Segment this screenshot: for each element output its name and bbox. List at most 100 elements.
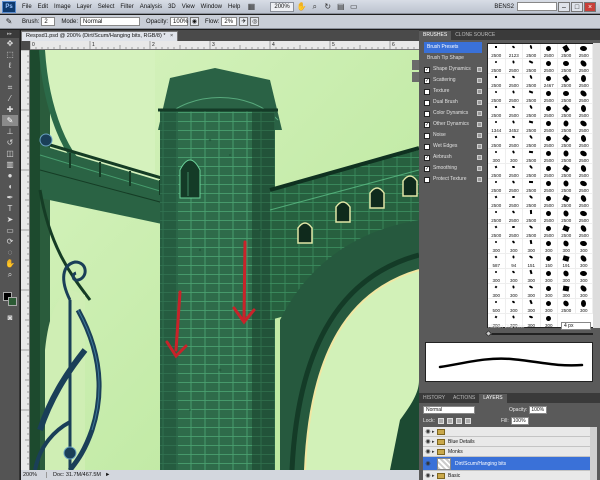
tab-brushes[interactable]: BRUSHES: [419, 31, 452, 40]
tab-layers[interactable]: LAYERS: [479, 394, 507, 403]
visibility-eye-icon[interactable]: ◉: [424, 460, 432, 468]
brush-preset[interactable]: 1344: [488, 119, 506, 134]
path-select-tool-icon[interactable]: ➤: [2, 214, 18, 225]
brush-preset[interactable]: 2500: [575, 164, 593, 179]
menu-select[interactable]: Select: [95, 4, 118, 10]
brush-preset[interactable]: 2500: [540, 104, 558, 119]
brush-preset[interactable]: 2500: [558, 89, 576, 104]
lock-icon[interactable]: [477, 100, 482, 105]
brush-preset[interactable]: 2500: [488, 44, 506, 59]
maximize-button[interactable]: □: [571, 1, 583, 12]
menu-file[interactable]: File: [19, 4, 35, 10]
screen-mode-icon[interactable]: ▭: [349, 2, 359, 12]
visibility-eye-icon[interactable]: ◉: [424, 472, 432, 480]
menu-image[interactable]: Image: [51, 4, 74, 10]
background-color-swatch[interactable]: [8, 297, 17, 306]
brush-preset[interactable]: 2500: [575, 104, 593, 119]
brush-preset[interactable]: 2123: [505, 44, 523, 59]
brush-preset[interactable]: 2500: [558, 224, 576, 239]
brush-preset[interactable]: 191: [558, 254, 576, 269]
type-tool-icon[interactable]: T: [2, 203, 18, 214]
3d-rotate-tool-icon[interactable]: ⟳: [2, 236, 18, 247]
brush-option-checkbox[interactable]: ✓: [424, 154, 430, 161]
horizontal-ruler[interactable]: 0 1 2 3 4 5 6: [30, 41, 419, 50]
menu-analysis[interactable]: Analysis: [137, 4, 165, 10]
tab-history[interactable]: HISTORY: [419, 394, 449, 403]
dodge-tool-icon[interactable]: ◖: [2, 181, 18, 192]
brush-preset[interactable]: 2500: [558, 44, 576, 59]
zoom-icon[interactable]: ⌕: [310, 2, 320, 12]
brush-preset[interactable]: 2500: [523, 164, 541, 179]
brush-preset[interactable]: 2500: [523, 134, 541, 149]
photoshop-logo-icon[interactable]: Ps: [2, 0, 16, 13]
canvas[interactable]: [30, 50, 419, 470]
brush-preset[interactable]: 2500: [540, 224, 558, 239]
brush-preset[interactable]: 2500: [540, 209, 558, 224]
visibility-eye-icon[interactable]: ◉: [424, 438, 432, 446]
layer-row[interactable]: ◉ Dirt/Scum/Hanging bits: [423, 457, 590, 471]
brush-preset[interactable]: 300: [540, 284, 558, 299]
layer-row[interactable]: ◉ ▸: [423, 427, 590, 437]
hand-tool-icon[interactable]: ✋: [2, 258, 18, 269]
brush-preset[interactable]: 2500: [523, 59, 541, 74]
brush-option-checkbox[interactable]: ✓: [424, 66, 430, 73]
brush-option-shape-dynamics[interactable]: ✓ Shape Dynamics: [424, 64, 482, 75]
document-tab[interactable]: Respsd1.psd @ 200% (Dirt/Scum/Hanging bi…: [21, 31, 179, 41]
brush-preset[interactable]: 587: [488, 254, 506, 269]
brush-preset[interactable]: 2500: [505, 74, 523, 89]
brush-preset[interactable]: 2500: [575, 209, 593, 224]
menu-window[interactable]: Window: [198, 4, 225, 10]
blur-tool-icon[interactable]: ●: [2, 170, 18, 181]
visibility-eye-icon[interactable]: ◉: [424, 428, 432, 436]
opacity-field[interactable]: 100%: [170, 17, 188, 26]
brush-option-airbrush[interactable]: ✓ Airbrush: [424, 152, 482, 163]
lock-icon[interactable]: [477, 111, 482, 116]
brush-preset[interactable]: 2500: [505, 164, 523, 179]
brush-size-picker[interactable]: 2: [41, 17, 56, 26]
hand-icon[interactable]: ✋: [297, 2, 307, 12]
lasso-tool-icon[interactable]: ℓ: [2, 60, 18, 71]
healing-brush-tool-icon[interactable]: ✚: [2, 104, 18, 115]
brush-preset[interactable]: 300: [540, 299, 558, 314]
lock-icon[interactable]: [477, 166, 482, 171]
brush-preset[interactable]: 2500: [505, 89, 523, 104]
panel-toggle-icon[interactable]: [412, 60, 419, 70]
brush-preset[interactable]: 2500: [540, 179, 558, 194]
brush-preset[interactable]: 2500: [488, 164, 506, 179]
lock-transparency-icon[interactable]: [437, 418, 444, 424]
brush-preset[interactable]: 2500: [575, 89, 593, 104]
brush-preset[interactable]: 300: [488, 149, 506, 164]
brush-preset[interactable]: 300: [558, 269, 576, 284]
brush-preset[interactable]: 300: [575, 284, 593, 299]
zoom-level-dropdown[interactable]: 200%: [270, 1, 294, 12]
fill-field[interactable]: 100%: [510, 417, 529, 425]
brush-preset[interactable]: 2500: [505, 104, 523, 119]
brush-option-checkbox[interactable]: [424, 110, 430, 117]
brush-preset[interactable]: 2500: [488, 59, 506, 74]
lock-icon[interactable]: [477, 155, 482, 160]
brush-preset[interactable]: 2500: [505, 224, 523, 239]
brush-preset[interactable]: 2500: [540, 164, 558, 179]
tab-actions[interactable]: ACTIONS: [449, 394, 479, 403]
brush-option-checkbox[interactable]: [424, 132, 430, 139]
brush-preset[interactable]: 2500: [575, 149, 593, 164]
menu-filter[interactable]: Filter: [117, 4, 136, 10]
brush-preset[interactable]: 2500: [558, 59, 576, 74]
brush-preset[interactable]: 2500: [523, 119, 541, 134]
brush-preset[interactable]: 2500: [558, 134, 576, 149]
blend-mode-dropdown[interactable]: Normal: [423, 406, 475, 414]
brush-option-checkbox[interactable]: [424, 99, 430, 106]
brush-tool-icon[interactable]: ✎: [2, 115, 18, 126]
brush-preset[interactable]: 300: [575, 239, 593, 254]
brush-preset[interactable]: 2500: [523, 44, 541, 59]
brush-preset[interactable]: 2500: [540, 134, 558, 149]
menu-help[interactable]: Help: [225, 4, 243, 10]
rotate-view-icon[interactable]: ↻: [323, 2, 333, 12]
lock-icon[interactable]: [477, 78, 482, 83]
tools-panel-grip[interactable]: ▸▸: [0, 30, 19, 38]
brush-preset[interactable]: 300: [505, 284, 523, 299]
brush-preset[interactable]: 2500: [575, 59, 593, 74]
eyedropper-tool-icon[interactable]: ⁄: [2, 93, 18, 104]
brush-preset[interactable]: 300: [488, 269, 506, 284]
brush-preset[interactable]: 2500: [523, 179, 541, 194]
